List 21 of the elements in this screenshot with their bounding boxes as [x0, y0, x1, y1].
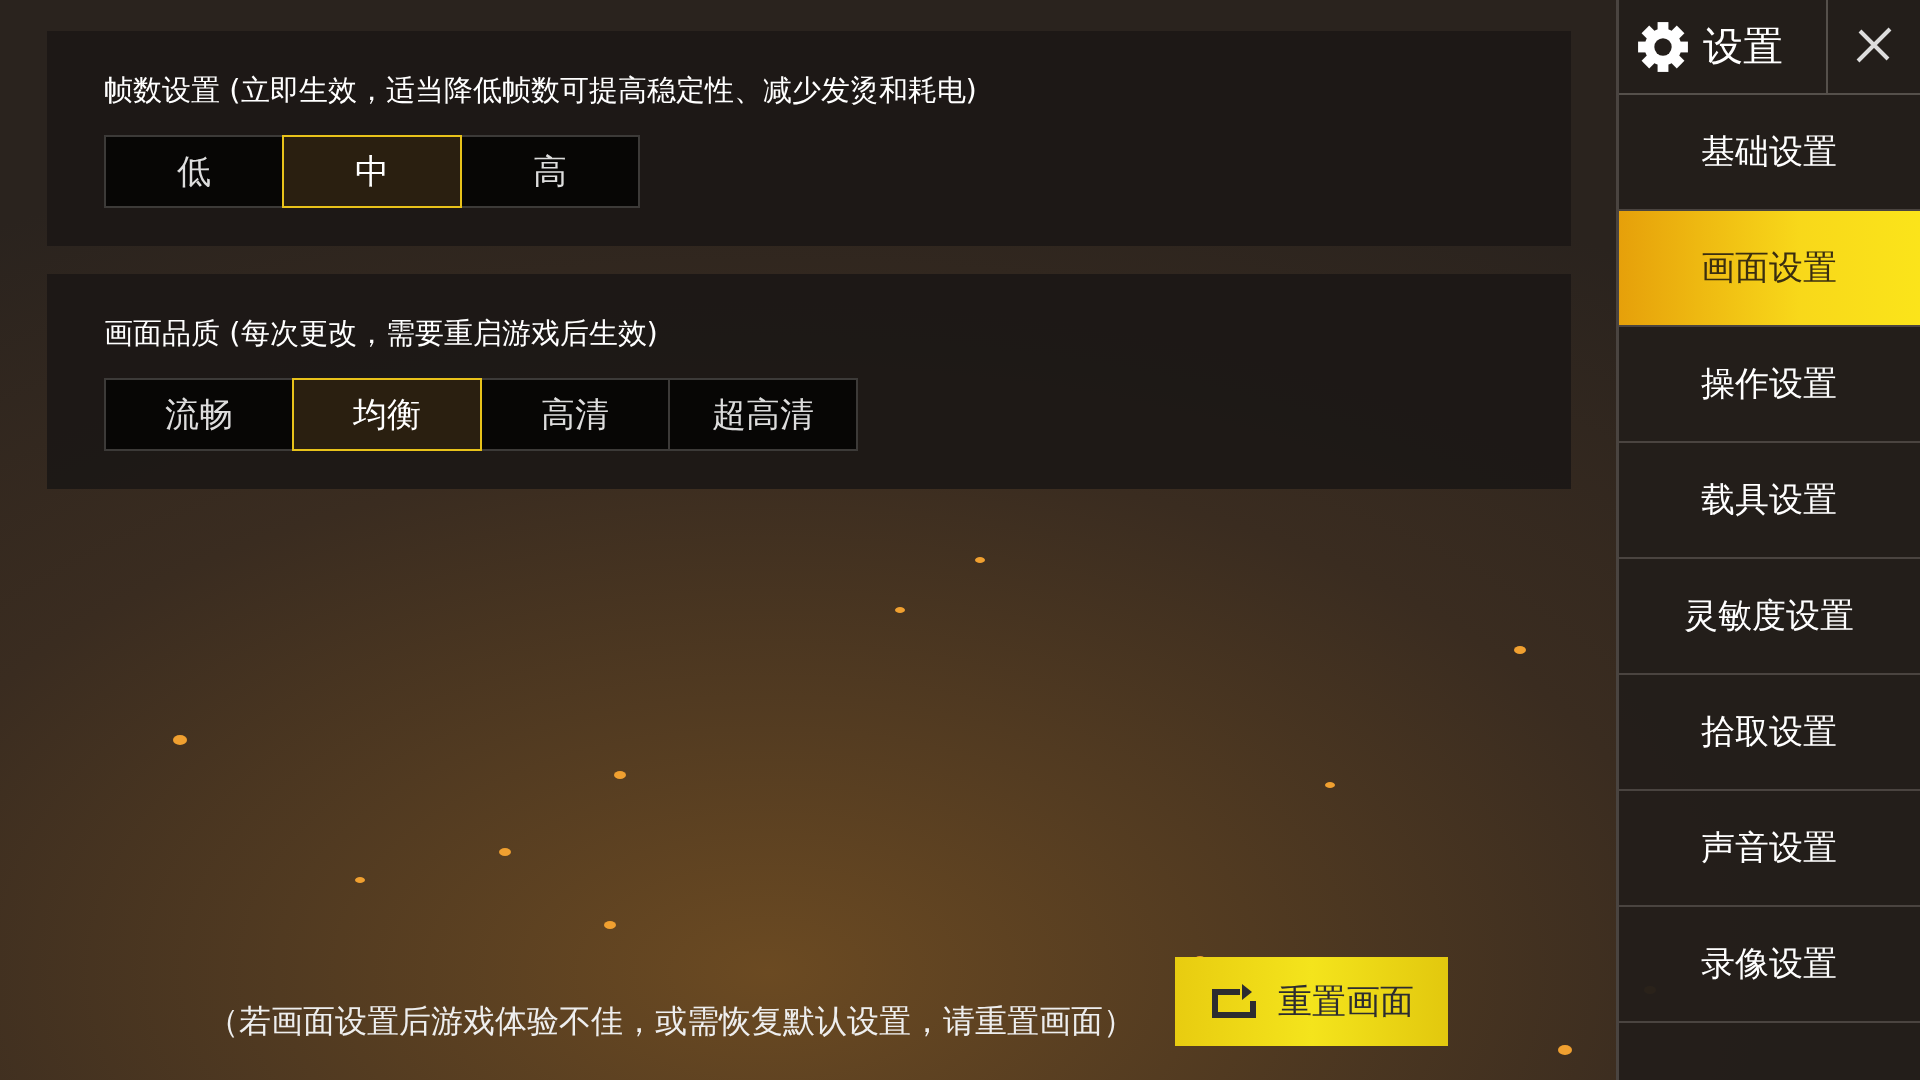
settings-icon	[1636, 20, 1689, 73]
option-button[interactable]: 低	[104, 135, 284, 208]
option-button[interactable]: 流畅	[104, 378, 294, 451]
sidebar-item[interactable]: 操作设置	[1618, 327, 1920, 443]
sidebar-item[interactable]: 载具设置	[1618, 443, 1920, 559]
sidebar-item[interactable]: 灵敏度设置	[1618, 559, 1920, 675]
option-button[interactable]: 高	[460, 135, 640, 208]
close-icon	[1854, 25, 1894, 65]
option-button[interactable]: 中	[282, 135, 462, 208]
option-button[interactable]: 超高清	[668, 378, 858, 451]
section-title: 画面品质 (每次更改，需要重启游戏后生效)	[104, 315, 659, 352]
section-title: 帧数设置 (立即生效，适当降低帧数可提高稳定性、减少发烫和耗电)	[104, 72, 978, 109]
option-button[interactable]: 高清	[480, 378, 670, 451]
sidebar-item[interactable]: 画面设置	[1618, 211, 1920, 327]
sidebar-title: 设置	[1702, 22, 1783, 71]
note-text: （若画面设置后游戏体验不佳，或需恢复默认设置，请重置画面）	[207, 1000, 1135, 1042]
sidebar-item[interactable]: 拾取设置	[1618, 675, 1920, 791]
sidebar-item[interactable]: 录像设置	[1618, 907, 1920, 1023]
sidebar-item[interactable]: 声音设置	[1618, 791, 1920, 907]
reset-button[interactable]: 重置画面	[1175, 957, 1448, 1046]
option-button[interactable]: 均衡	[292, 378, 482, 451]
